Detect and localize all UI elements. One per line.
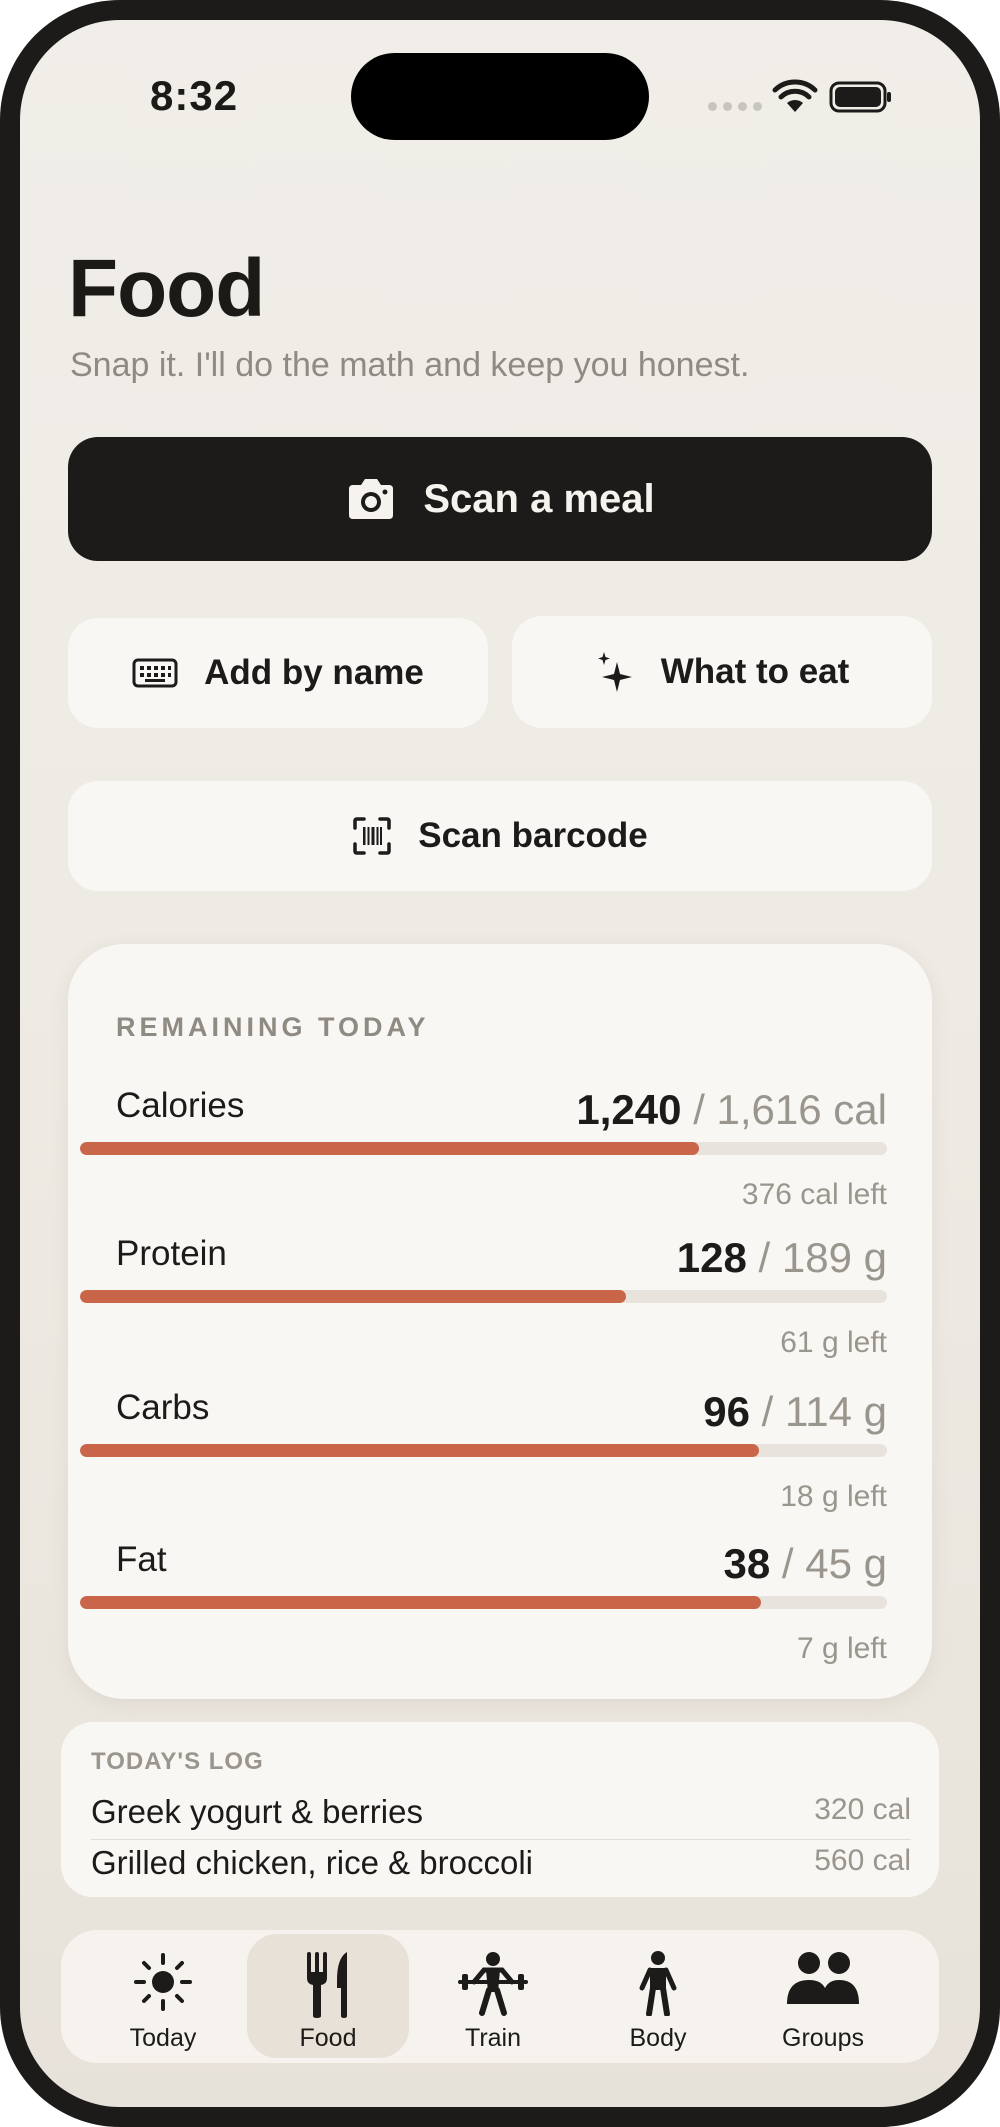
status-time: 8:32 <box>150 72 239 119</box>
barcode-scan-icon <box>353 817 391 855</box>
macro-row-calories: Calories 1,240 / 1,616 cal 376 cal left <box>68 1086 932 1226</box>
macro-progress-track <box>80 1142 887 1155</box>
tab-body[interactable]: Body <box>577 1934 739 2058</box>
what-to-eat-label: What to eat <box>660 652 850 691</box>
wifi-icon <box>772 79 818 112</box>
add-by-name-label: Add by name <box>204 653 424 692</box>
dynamic-island <box>351 53 649 140</box>
macro-row-carbs: Carbs 96 / 114 g 18 g left <box>68 1388 932 1528</box>
sun-icon <box>134 1953 192 2011</box>
tab-groups[interactable]: Groups <box>742 1934 904 2058</box>
signal-dots-icon <box>708 102 762 111</box>
tab-label: Groups <box>782 2024 864 2052</box>
fork-knife-icon <box>307 1952 347 2018</box>
page-title: Food <box>68 243 265 334</box>
macro-label: Protein <box>116 1234 227 1273</box>
tab-label: Today <box>129 2024 197 2052</box>
macro-row-protein: Protein 128 / 189 g 61 g left <box>68 1234 932 1374</box>
macro-label: Calories <box>116 1086 245 1125</box>
macro-progress-track <box>80 1596 887 1609</box>
scan-meal-label: Scan a meal <box>423 476 655 521</box>
battery-icon <box>829 81 891 113</box>
macro-remaining: 18 g left <box>780 1480 887 1513</box>
phone-frame: 8:32 Food Snap it. I'll do the math and … <box>0 0 1000 2127</box>
macro-progress-fill <box>80 1444 760 1457</box>
tab-label: Food <box>299 2024 357 2052</box>
remaining-today-card: REMAINING TODAY Calories 1,240 / 1,616 c… <box>68 944 932 1699</box>
log-item-name: Grilled chicken, rice & broccoli <box>91 1844 533 1881</box>
macro-value: 128 / 189 g <box>676 1234 887 1281</box>
macro-value: 96 / 114 g <box>703 1388 887 1435</box>
weightlifter-icon <box>458 1952 528 2016</box>
macro-progress-track <box>80 1290 887 1303</box>
macro-remaining: 7 g left <box>796 1632 887 1665</box>
macro-value: 1,240 / 1,616 cal <box>576 1086 887 1133</box>
log-item-name: Greek yogurt & berries <box>91 1793 423 1830</box>
tab-train[interactable]: Train <box>412 1934 574 2058</box>
macro-row-fat: Fat 38 / 45 g 7 g left <box>68 1540 932 1680</box>
what-to-eat-button[interactable]: What to eat <box>512 616 932 728</box>
todays-log-card[interactable]: TODAY'S LOG Greek yogurt & berries 320 c… <box>61 1722 939 1897</box>
log-item[interactable]: Greek yogurt & berries 320 cal <box>91 1793 911 1843</box>
log-item-calories: 320 cal <box>814 1793 911 1826</box>
person-icon <box>639 1951 677 2016</box>
macro-label: Carbs <box>116 1388 210 1427</box>
macro-progress-fill <box>80 1290 627 1303</box>
log-item[interactable]: Grilled chicken, rice & broccoli 560 cal <box>91 1844 911 1894</box>
macro-remaining: 61 g left <box>780 1326 887 1359</box>
macro-remaining: 376 cal left <box>741 1178 887 1211</box>
tab-today[interactable]: Today <box>82 1934 244 2058</box>
tab-bar: Today Food Train Body Groups <box>61 1930 939 2063</box>
keyboard-icon <box>132 658 178 688</box>
log-divider <box>91 1839 911 1840</box>
tab-label: Body <box>629 2024 687 2052</box>
scan-barcode-button[interactable]: Scan barcode <box>68 781 932 891</box>
tab-food[interactable]: Food <box>247 1934 409 2058</box>
macro-progress-fill <box>80 1596 762 1609</box>
group-icon <box>787 1952 859 2004</box>
macro-value: 38 / 45 g <box>723 1540 887 1587</box>
scan-meal-button[interactable]: Scan a meal <box>68 437 932 561</box>
scan-barcode-label: Scan barcode <box>418 816 648 855</box>
log-item-calories: 560 cal <box>814 1844 911 1877</box>
tab-label: Train <box>464 2024 522 2052</box>
log-heading: TODAY'S LOG <box>91 1748 264 1775</box>
sparkle-icon <box>597 652 632 692</box>
remaining-heading: REMAINING TODAY <box>116 1012 430 1042</box>
macro-progress-track <box>80 1444 887 1457</box>
page-subtitle: Snap it. I'll do the math and keep you h… <box>70 346 750 384</box>
app-screen: 8:32 Food Snap it. I'll do the math and … <box>20 20 980 2107</box>
add-by-name-button[interactable]: Add by name <box>68 618 488 728</box>
camera-icon <box>349 479 394 519</box>
macro-progress-fill <box>80 1142 699 1155</box>
macro-label: Fat <box>116 1540 167 1579</box>
